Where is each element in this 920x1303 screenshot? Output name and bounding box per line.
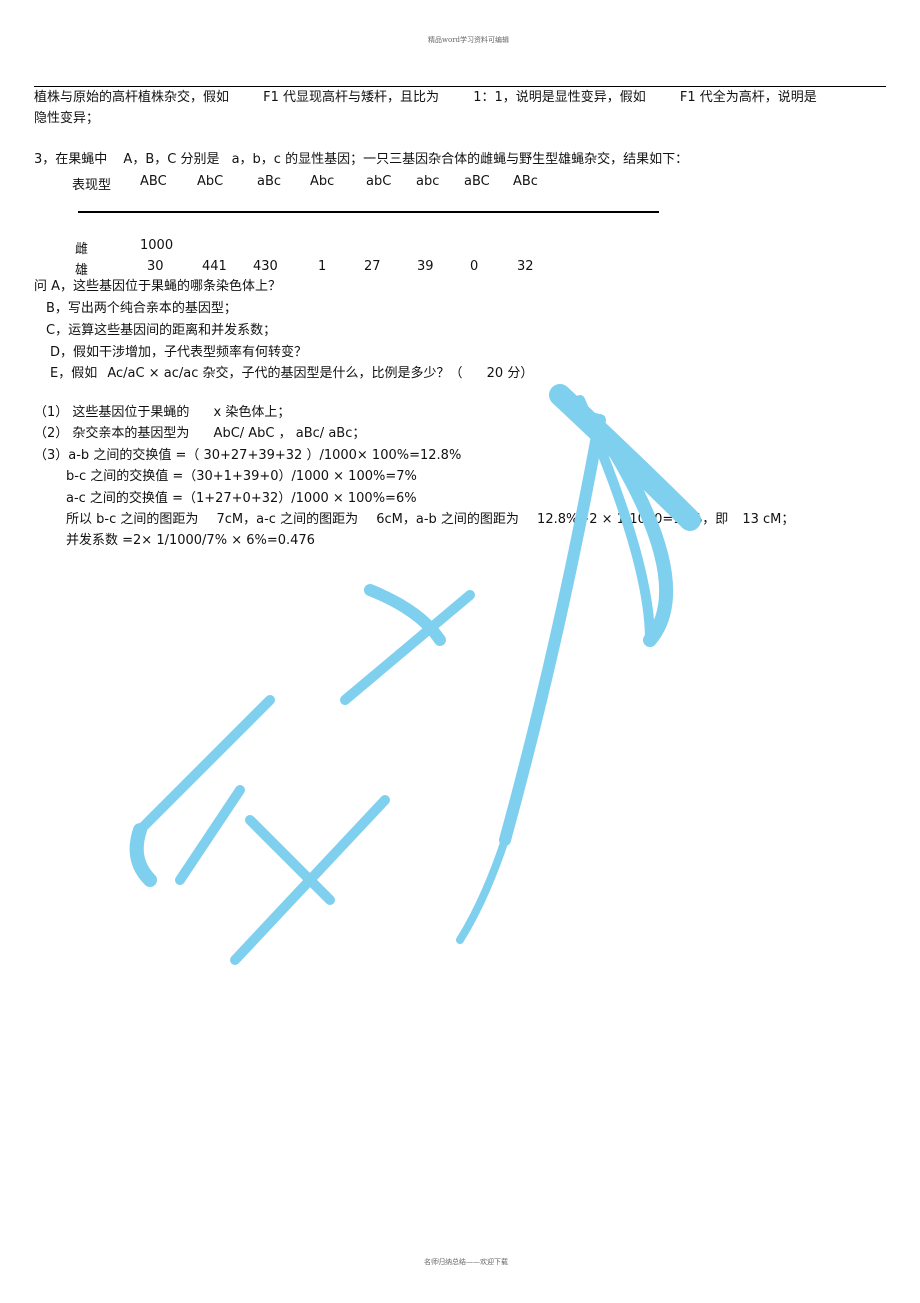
text: AbC/ AbC ， aBc/ aBc； (213, 426, 366, 441)
text: F1 代全为高杆，说明是 (679, 90, 817, 105)
answer-3-ac: a-c 之间的交换值 =（1+27+0+32）/1000 × 100%=6% (66, 491, 417, 506)
answer-1: （1） 这些基因位于果蝇的 x 染色体上； (34, 405, 290, 421)
answer-3-distances: 所以 b-c 之间的图距为 7cM，a-c 之间的图距为 6cM，a-b 之间的… (66, 512, 794, 528)
male-value: 0 (470, 259, 479, 274)
document-page: 精品word学习资料可编辑 植株与原始的高杆植株杂交，假如 F1 代显现高杆与矮… (0, 0, 920, 1303)
answer-3: （3）a-b 之间的交换值 =（ 30+27+39+32 ）/1000× 100… (34, 448, 462, 463)
phenotype: aBC (464, 174, 490, 189)
text: 6cM，a-b 之间的图距为 (376, 512, 519, 527)
page-footer: 名师归纳总结——欢迎下载 (424, 1258, 508, 1266)
watermark-graphic (129, 384, 701, 965)
text: x 染色体上； (213, 405, 291, 420)
text: F1 代显现高杆与矮杆，且比为 (263, 90, 440, 105)
phenotype: ABc (513, 174, 538, 189)
question-c: C，运算这些基因间的距离和并发系数； (46, 323, 277, 338)
intro-line-2: 隐性变异； (34, 111, 100, 126)
text: （1） 这些基因位于果蝇的 (34, 405, 190, 420)
page-header: 精品word学习资料可编辑 (428, 36, 510, 44)
male-value: 30 (147, 259, 164, 274)
female-value: 1000 (140, 238, 174, 253)
text: 植株与原始的高杆植株杂交，假如 (34, 90, 230, 105)
phenotype: aBc (257, 174, 282, 189)
male-label: 雄 (75, 263, 89, 278)
question-e: E，假如 Ac/aC × ac/ac 杂交，子代的基因型是什么，比例是多少？（ … (50, 366, 533, 382)
text: 13 cM； (742, 512, 795, 527)
text: a，b，c 的显性基因；一只三基因杂合体的雌蝇与野生型雄蝇杂交，结果如下： (231, 152, 689, 167)
text: 3，在果蝇中 (34, 152, 108, 167)
text: 7cM，a-c 之间的图距为 (216, 512, 359, 527)
intro-line-1: 植株与原始的高杆植株杂交，假如 F1 代显现高杆与矮杆，且比为 1：1，说明是显… (34, 90, 817, 106)
text: E，假如 (50, 366, 98, 381)
male-value: 1 (318, 259, 327, 274)
answer-3-bc: b-c 之间的交换值 =（30+1+39+0）/1000 × 100%=7% (66, 469, 417, 484)
phenotype: Abc (310, 174, 335, 189)
text: 所以 b-c 之间的图距为 (66, 512, 199, 527)
phenotype: ABC (140, 174, 167, 189)
text: Ac/aC × ac/ac 杂交，子代的基因型是什么，比例是多少？（ (107, 366, 463, 381)
male-value: 39 (417, 259, 434, 274)
question-a: 问 A，这些基因位于果蝇的哪条染色体上？ (34, 279, 282, 294)
male-value: 27 (364, 259, 381, 274)
question-d: D，假如干涉增加，子代表型频率有何转变？ (50, 345, 308, 360)
header-rule (34, 86, 886, 87)
table-rule (78, 211, 659, 213)
text: （2） 杂交亲本的基因型为 (34, 426, 190, 441)
female-label: 雌 (75, 242, 89, 257)
text: 20 分） (486, 366, 534, 381)
row-label: 表现型 (72, 178, 112, 193)
phenotype: abC (366, 174, 392, 189)
question-stem: 3，在果蝇中 A，B，C 分别是 a，b，c 的显性基因；一只三基因杂合体的雌蝇… (34, 152, 688, 168)
male-value: 32 (517, 259, 534, 274)
male-value: 441 (202, 259, 227, 274)
text: 1：1，说明是显性变异，假如 (473, 90, 646, 105)
male-value: 430 (253, 259, 278, 274)
question-b: B，写出两个纯合亲本的基因型； (46, 301, 237, 316)
phenotype: AbC (197, 174, 224, 189)
answer-2: （2） 杂交亲本的基因型为 AbC/ AbC ， aBc/ aBc； (34, 426, 365, 442)
phenotype: abc (416, 174, 440, 189)
text: 12.8%+2 × 1/1000=13%，即 (537, 512, 729, 527)
answer-3-coincidence: 并发系数 =2× 1/1000/7% × 6%=0.476 (66, 533, 315, 548)
text: A，B，C 分别是 (123, 152, 220, 167)
